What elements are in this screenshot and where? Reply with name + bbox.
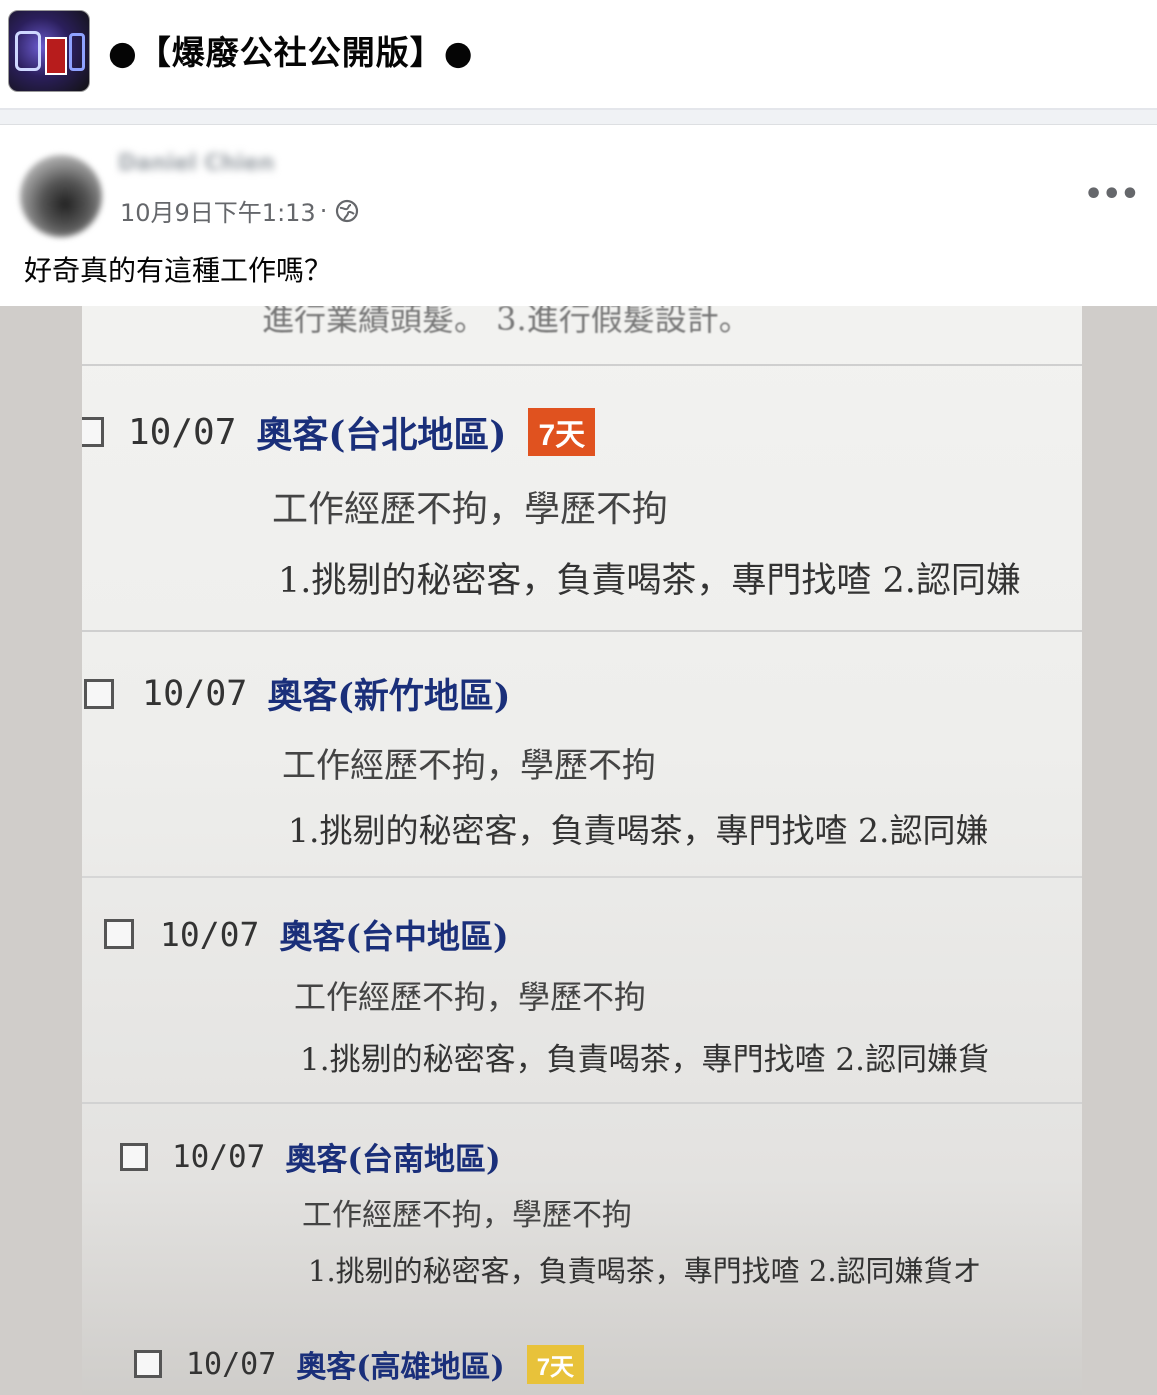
photo-divider [82,630,1082,632]
listing-title[interactable]: 奧客(新竹地區) [267,668,510,719]
globe-icon [336,199,359,222]
listing-checkbox[interactable] [134,1350,162,1378]
job-listing: 10/07 奧客(台南地區) 工作經歷不拘，學歷不拘 1.挑剔的秘密客，負責喝茶… [120,1134,982,1288]
listing-checkbox[interactable] [84,678,114,709]
post-photo-frame[interactable]: 進行業績頭髮。 3.進行假髮設計。 10/07 奧客(台北地區) 7天 工作經歷… [0,306,1157,1395]
listing-requirements: 工作經歷不拘，學歷不拘 [294,978,647,1016]
listing-title[interactable]: 奧客(高雄地區) [296,1342,504,1386]
listing-date: 10/07 [142,673,248,714]
listing-title[interactable]: 奧客(台中地區) [279,910,508,958]
listing-requirements: 工作經歷不拘，學歷不拘 [282,746,656,786]
job-listing: 10/07 奧客(台中地區) 工作經歷不拘，學歷不拘 1.挑剔的秘密客，負責喝茶… [104,910,989,1078]
listing-requirements: 工作經歷不拘，學歷不拘 [272,489,669,530]
job-listing: 10/07 奧客(台北地區) 7天 工作經歷不拘，學歷不拘 1.挑剔的秘密客，負… [82,406,1021,601]
listing-date: 10/07 [160,914,260,954]
listing-checkbox[interactable] [104,919,134,949]
listing-description: 1.挑剔的秘密客，負責喝茶，專門找喳 2.認同嫌 [278,561,1021,601]
photo-divider [82,1102,1082,1104]
group-header: ●【爆廢公社公開版】● [0,0,1157,110]
avatar-glyph-left [15,31,41,71]
post-timestamp[interactable]: 10月9日下午1:13 [120,193,316,228]
photo-divider [82,364,1082,366]
listing-description: 1.挑剔的秘密客，負責喝茶，專門找喳 2.認同嫌 [288,811,989,850]
more-options-icon[interactable]: ••• [1084,177,1140,212]
listing-description: 1.挑剔的秘密客，負責喝茶，專門找喳 2.認同嫌貨オ [308,1254,982,1288]
post-text: 好奇真的有這種工作嗎？ [24,254,333,287]
listing-description: 1.挑剔的秘密客，負責喝茶，專門找喳 2.認同嫌貨 [300,1042,990,1078]
group-title[interactable]: ●【爆廢公社公開版】● [108,26,474,74]
post-photo[interactable]: 進行業績頭髮。 3.進行假髮設計。 10/07 奧客(台北地區) 7天 工作經歷… [82,306,1082,1395]
listing-badge: 7天 [528,408,596,456]
listing-title[interactable]: 奧客(台南地區) [285,1134,500,1179]
meta-separator: · [319,196,328,225]
post-meta: 10月9日下午1:13 · [120,193,359,228]
job-listing: 10/07 奧客(高雄地區) 7天 [134,1342,585,1386]
photo-top-text: 進行業績頭髮。 3.進行假髮設計。 [262,306,751,338]
listing-date: 10/07 [186,1346,277,1382]
group-avatar[interactable] [8,10,90,92]
listing-date: 10/07 [172,1138,266,1175]
listing-date: 10/07 [128,411,237,453]
post-card: Daniel Chien 10月9日下午1:13 · ••• 好奇真的有這種工作… [0,124,1157,307]
listing-checkbox[interactable] [120,1142,148,1171]
job-listing: 10/07 奧客(新竹地區) 工作經歷不拘，學歷不拘 1.挑剔的秘密客，負責喝茶… [84,668,988,850]
author-avatar[interactable] [20,155,102,237]
avatar-emblem [45,37,67,75]
listing-checkbox[interactable] [82,417,104,447]
listing-title[interactable]: 奧客(台北地區) [256,406,506,458]
photo-divider [82,876,1082,878]
avatar-glyph-right [69,33,85,71]
listing-requirements: 工作經歷不拘，學歷不拘 [302,1198,632,1233]
listing-badge: 7天 [526,1344,585,1384]
author-name[interactable]: Daniel Chien [118,151,296,177]
